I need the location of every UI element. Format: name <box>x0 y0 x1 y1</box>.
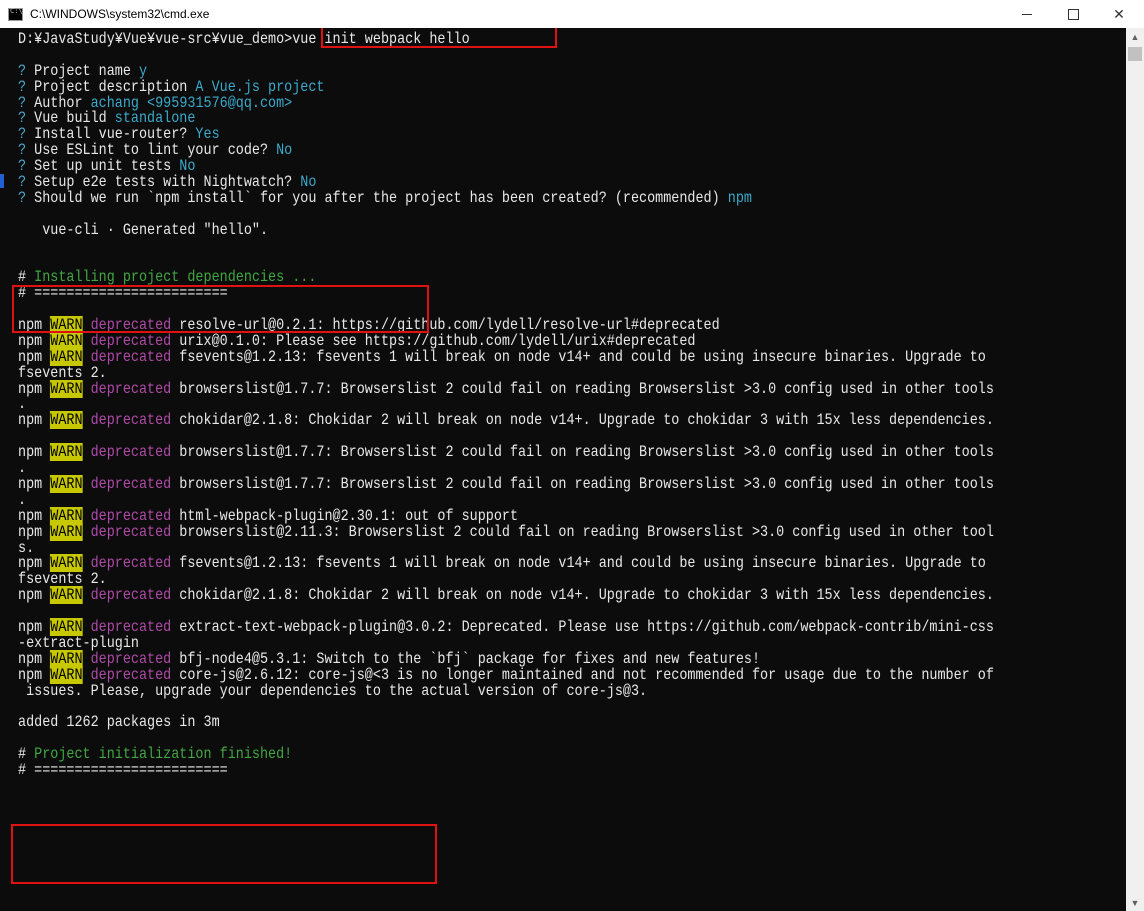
console-text: added 1262 packages in 3m <box>18 713 220 732</box>
console-line: ? Should we run `npm install` for you af… <box>18 188 1126 207</box>
console-text: deprecated <box>82 474 180 493</box>
console-text: deprecated <box>82 411 180 430</box>
maximize-button[interactable] <box>1050 0 1096 28</box>
console-text: browserslist@1.7.7: Browserslist 2 could… <box>179 443 994 462</box>
vertical-scrollbar[interactable]: ▲ ▼ <box>1126 28 1144 911</box>
highlight-box-command <box>321 28 557 48</box>
console-output[interactable]: D:¥JavaStudy¥Vue¥vue-src¥vue_demo>vue in… <box>0 28 1126 911</box>
console-text: fsevents@1.2.13: fsevents 1 will break o… <box>179 347 986 366</box>
console-text: npm <box>727 188 752 207</box>
close-icon: ✕ <box>1113 5 1125 22</box>
console-line: npm WARN deprecated chokidar@2.1.8: Chok… <box>18 586 1126 605</box>
console-text: deprecated <box>82 379 180 398</box>
console-text: vue-cli · Generated "hello". <box>18 220 269 239</box>
console-line: npm WARN deprecated chokidar@2.1.8: Chok… <box>18 411 1126 430</box>
close-button[interactable]: ✕ <box>1096 0 1142 28</box>
console-text: # ======================== <box>18 760 228 779</box>
console-line: D:¥JavaStudy¥Vue¥vue-src¥vue_demo>vue in… <box>18 31 1126 48</box>
console-line: issues. Please, upgrade your dependencie… <box>18 681 1126 700</box>
console-text: issues. Please, upgrade your dependencie… <box>18 681 648 700</box>
console-line: vue-cli · Generated "hello". <box>18 220 1126 239</box>
console-text: deprecated <box>82 586 180 605</box>
console-line: npm WARN deprecated fsevents@1.2.13: fse… <box>18 554 1126 573</box>
scroll-up-icon[interactable]: ▲ <box>1126 28 1144 45</box>
warn-badge: WARN <box>50 522 83 541</box>
selection-marker <box>0 174 4 188</box>
console-text: No <box>276 141 293 160</box>
maximize-icon <box>1067 8 1079 20</box>
console-text: browserslist@1.7.7: Browserslist 2 could… <box>179 379 994 398</box>
console-text: fsevents@1.2.13: fsevents 1 will break o… <box>179 554 986 573</box>
minimize-button[interactable] <box>1004 0 1050 28</box>
warn-badge: WARN <box>50 411 83 430</box>
warn-badge: WARN <box>50 379 83 398</box>
highlight-box-finished <box>11 824 437 884</box>
console-lines: D:¥JavaStudy¥Vue¥vue-src¥vue_demo>vue in… <box>18 31 1126 779</box>
console-line: npm WARN deprecated extract-text-webpack… <box>18 617 1126 636</box>
warn-badge: WARN <box>50 443 83 462</box>
console-text: deprecated <box>82 522 180 541</box>
console-text: Should we run `npm install` for you afte… <box>34 188 728 207</box>
highlight-box-installing <box>12 285 429 333</box>
cmd-icon <box>8 7 23 21</box>
console-line: npm WARN deprecated browserslist@1.7.7: … <box>18 443 1126 462</box>
console-line: npm WARN deprecated fsevents@1.2.13: fse… <box>18 347 1126 366</box>
console-text: chokidar@2.1.8: Chokidar 2 will break on… <box>179 411 994 430</box>
console-line: # ======================== <box>18 760 1126 779</box>
title-bar[interactable]: C:\WINDOWS\system32\cmd.exe ✕ <box>0 0 1144 28</box>
minimize-icon <box>1022 13 1032 15</box>
warn-badge: WARN <box>50 586 83 605</box>
scroll-down-icon[interactable]: ▼ <box>1126 894 1144 911</box>
console-text: chokidar@2.1.8: Chokidar 2 will break on… <box>179 586 994 605</box>
console-text: browserslist@2.11.3: Browserslist 2 coul… <box>179 522 994 541</box>
console-line: npm WARN deprecated browserslist@2.11.3:… <box>18 522 1126 541</box>
console-line: npm WARN deprecated browserslist@1.7.7: … <box>18 474 1126 493</box>
console-text: extract-text-webpack-plugin@3.0.2: Depre… <box>179 617 994 636</box>
console-line: added 1262 packages in 3m <box>18 713 1126 732</box>
window-title: C:\WINDOWS\system32\cmd.exe <box>30 7 210 21</box>
console-line: npm WARN deprecated browserslist@1.7.7: … <box>18 379 1126 398</box>
scroll-thumb[interactable] <box>1128 47 1142 61</box>
warn-badge: WARN <box>50 474 83 493</box>
console-text: deprecated <box>82 443 180 462</box>
console-text: browserslist@1.7.7: Browserslist 2 could… <box>179 474 994 493</box>
